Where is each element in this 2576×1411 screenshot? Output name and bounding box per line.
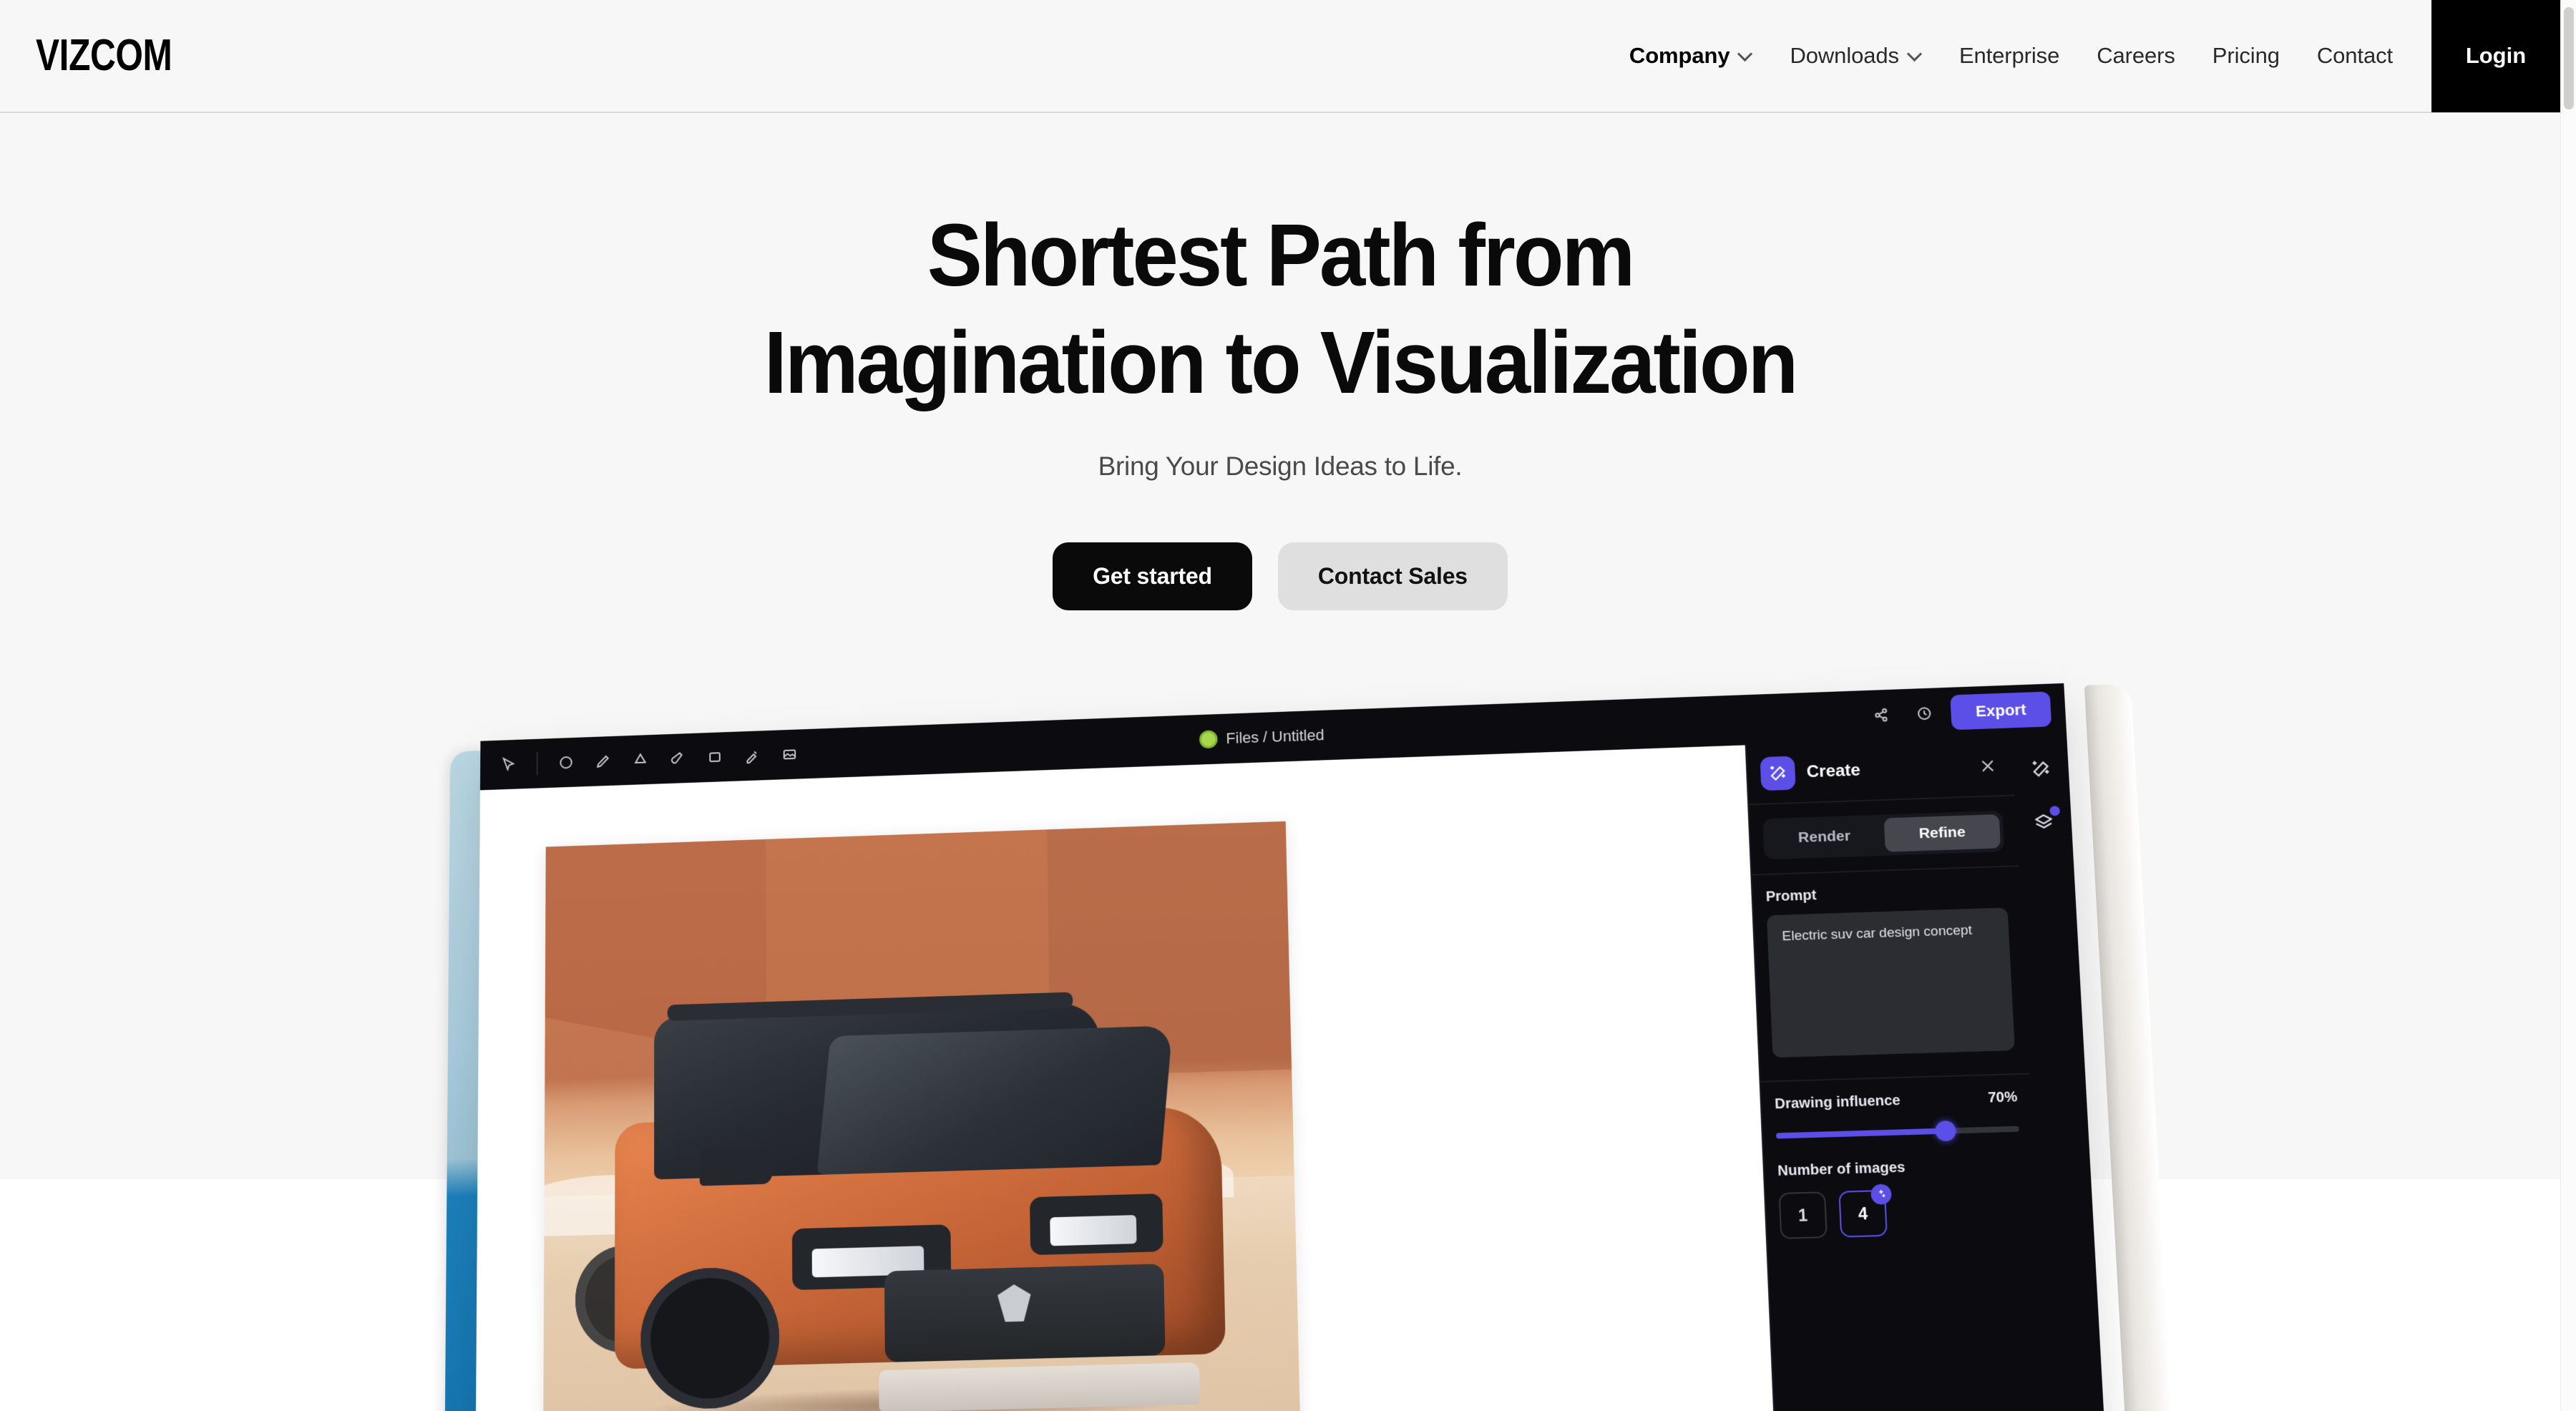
car-shadow	[640, 1379, 1201, 1411]
ellipse-icon[interactable]	[550, 746, 582, 779]
tab-refine[interactable]: Refine	[1883, 814, 2001, 852]
hero-device-mockup: Files / Untitled Export Create Render Re…	[444, 683, 2176, 1411]
chevron-down-icon	[1738, 47, 1752, 62]
count-option-1[interactable]: 1	[1778, 1191, 1828, 1239]
nav-item-enterprise[interactable]: Enterprise	[1941, 43, 2078, 69]
icon-rail	[2011, 733, 2107, 1411]
car-grille	[884, 1264, 1166, 1362]
toolbar-right-group: Export	[1864, 691, 2067, 733]
device-screen: Files / Untitled Export Create Render Re…	[475, 683, 2107, 1411]
slider-fill	[1776, 1128, 1946, 1139]
page-scrollbar[interactable]	[2560, 0, 2576, 1411]
prompt-section: Prompt	[1752, 866, 2029, 1068]
close-icon[interactable]	[1975, 753, 2001, 778]
drawing-influence-slider[interactable]	[1776, 1120, 2019, 1142]
drawing-influence-section: Drawing influence 70%	[1761, 1075, 2033, 1142]
avatar	[1199, 730, 1218, 749]
project-breadcrumb[interactable]: Files / Untitled	[1199, 726, 1324, 749]
breadcrumb-label: Files / Untitled	[1226, 726, 1324, 748]
main-navigation: Company Downloads Enterprise Careers Pri…	[1611, 0, 2560, 112]
magic-wand-icon[interactable]	[2024, 752, 2059, 786]
pen-icon[interactable]	[587, 745, 619, 778]
car-headlight-housing-right	[1029, 1193, 1163, 1255]
car-skid-plate	[879, 1362, 1200, 1411]
number-of-images-label: Number of images	[1777, 1159, 1906, 1179]
nav-item-downloads[interactable]: Downloads	[1771, 43, 1940, 69]
get-started-button[interactable]: Get started	[1053, 542, 1252, 611]
share-icon[interactable]	[1864, 698, 1898, 732]
hero-section: Shortest Path from Imagination to Visual…	[0, 113, 2560, 611]
device-frame: Files / Untitled Export Create Render Re…	[444, 680, 2176, 1411]
hero-title-line-2: Imagination to Visualization	[763, 314, 1799, 413]
rectangle-icon[interactable]	[699, 741, 731, 773]
render-result-image[interactable]	[542, 821, 1302, 1411]
create-panel: Create Render Refine Prompt Electric suv…	[1745, 736, 2051, 1411]
chevron-down-icon	[1908, 47, 1922, 62]
nav-item-label: Contact	[2316, 43, 2393, 68]
eyedropper-icon[interactable]	[736, 739, 769, 772]
create-panel-title: Create	[1806, 761, 1861, 782]
panel-divider	[1752, 865, 2019, 876]
history-icon[interactable]	[1907, 697, 1942, 731]
hero-subtitle: Bring Your Design Ideas to Life.	[1098, 451, 1463, 482]
drawing-influence-row: Drawing influence 70%	[1775, 1089, 2018, 1113]
nav-item-label: Downloads	[1790, 43, 1899, 68]
magic-wand-icon	[1760, 756, 1796, 791]
nav-item-contact[interactable]: Contact	[2298, 43, 2411, 69]
nav-item-pricing[interactable]: Pricing	[2194, 43, 2298, 69]
create-panel-header: Create	[1746, 736, 2015, 806]
cursor-icon[interactable]	[492, 748, 524, 781]
site-header: VIZCOM Company Downloads Enterprise Care…	[0, 0, 2560, 113]
toolbar-tool-group	[480, 738, 806, 781]
hero-cta-row: Get started Contact Sales	[0, 542, 2560, 611]
page-title: Shortest Path from Imagination to Visual…	[77, 202, 2483, 417]
number-of-images-options: 1 4	[1778, 1183, 2025, 1239]
nav-item-label: Enterprise	[1958, 43, 2060, 68]
app-canvas[interactable]	[475, 733, 2107, 1411]
drawing-influence-value: 70%	[1987, 1089, 2018, 1106]
count-option-label: 4	[1858, 1204, 1868, 1224]
image-icon[interactable]	[774, 738, 806, 771]
car-side-mirror	[699, 1147, 772, 1186]
toolbar-divider	[536, 751, 538, 776]
sparkle-icon	[1870, 1183, 1892, 1205]
layers-badge-dot	[2049, 806, 2061, 816]
car-windshield	[817, 1025, 1174, 1175]
layers-icon[interactable]	[2026, 806, 2062, 839]
create-mode-tabs: Render Refine	[1762, 810, 2005, 860]
prompt-label: Prompt	[1765, 887, 1818, 905]
export-button[interactable]: Export	[1950, 691, 2052, 731]
brush-icon[interactable]	[662, 742, 693, 775]
drawing-influence-label: Drawing influence	[1774, 1093, 1901, 1113]
number-of-images-section: Number of images 1 4	[1763, 1134, 2039, 1254]
slider-thumb[interactable]	[1935, 1120, 1957, 1142]
nav-item-company[interactable]: Company	[1611, 43, 1772, 69]
count-option-4[interactable]: 4	[1838, 1183, 1892, 1238]
tab-render[interactable]: Render	[1766, 819, 1882, 856]
login-button[interactable]: Login	[2431, 0, 2560, 112]
nav-item-label: Careers	[2097, 43, 2175, 68]
render-car	[575, 992, 1254, 1411]
nav-item-label: Company	[1629, 43, 1730, 68]
brand-logo[interactable]: VIZCOM	[36, 34, 172, 78]
car-emblem	[997, 1284, 1031, 1322]
contact-sales-button[interactable]: Contact Sales	[1277, 542, 1508, 611]
nav-item-careers[interactable]: Careers	[2078, 43, 2194, 69]
panel-divider	[1760, 1073, 2030, 1083]
shapes-icon[interactable]	[625, 743, 656, 776]
hero-title-line-1: Shortest Path from	[927, 207, 1636, 305]
nav-item-label: Pricing	[2212, 43, 2280, 68]
scrollbar-thumb[interactable]	[2564, 7, 2574, 109]
car-headlight-right	[1049, 1214, 1137, 1246]
prompt-input[interactable]	[1766, 907, 2015, 1058]
